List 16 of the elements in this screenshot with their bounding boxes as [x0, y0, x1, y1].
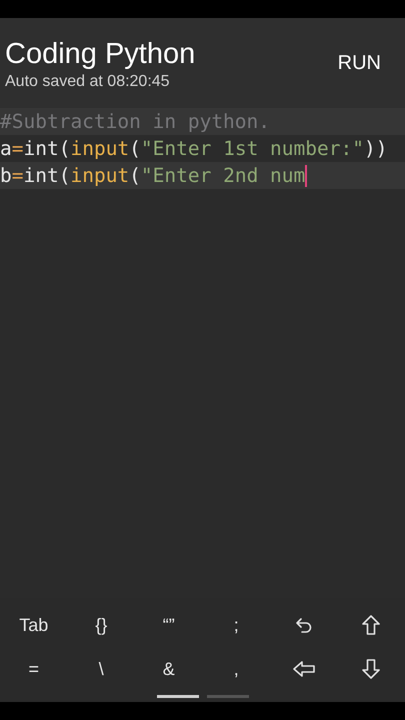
arrow-left-icon: [292, 661, 315, 677]
symbol-key[interactable]: Tab: [0, 603, 68, 647]
symbol-key[interactable]: \: [68, 647, 135, 691]
symbol-key[interactable]: ,: [202, 647, 270, 691]
undo-icon: [294, 616, 313, 634]
symbol-key[interactable]: {}: [68, 603, 135, 647]
symbol-key[interactable]: “”: [135, 603, 202, 647]
app-title: Coding Python: [5, 37, 196, 71]
run-button[interactable]: RUN: [336, 44, 383, 82]
symbol-key[interactable]: ;: [202, 603, 270, 647]
symbol-key[interactable]: =: [0, 647, 68, 691]
code-editor[interactable]: #Subtraction in python. a=int(input("Enter 1st number:")) b=int(input("Enter 2nd num: [0, 108, 405, 598]
arrow-up-icon: [362, 615, 380, 635]
symbol-key[interactable]: &: [135, 647, 202, 691]
autosave-status: Auto saved at 08:20:45: [5, 72, 171, 92]
arrow-down-icon: [362, 659, 380, 679]
